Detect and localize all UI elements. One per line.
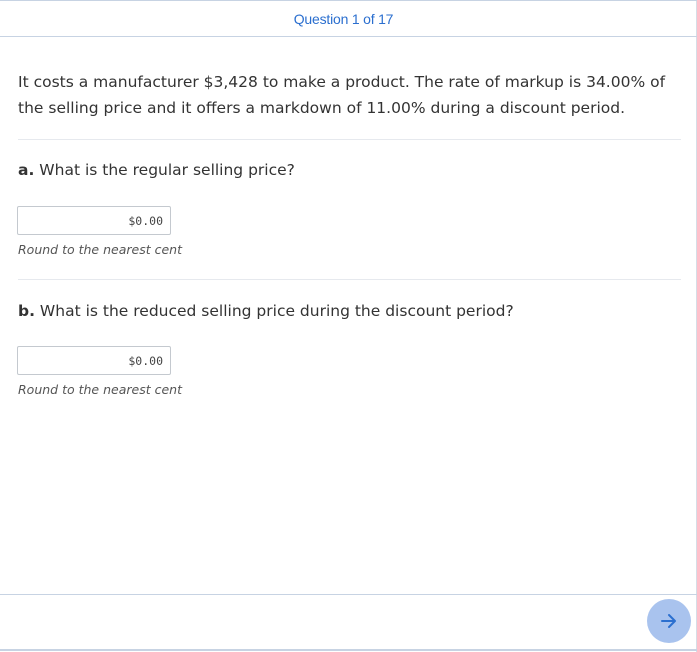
question-b-letter: b. (18, 302, 35, 320)
hint-b: Round to the nearest cent (18, 382, 182, 397)
problem-statement: It costs a manufacturer $3,428 to make a… (18, 73, 666, 117)
question-header: Question 1 of 17 (0, 0, 697, 37)
question-a-letter: a. (18, 161, 35, 179)
question-b: b. What is the reduced selling price dur… (18, 302, 514, 320)
question-frame: Question 1 of 17 It costs a manufacturer… (0, 0, 697, 652)
question-a-text: What is the regular selling price? (39, 161, 295, 179)
question-a: a. What is the regular selling price? (18, 161, 295, 179)
footer-divider (0, 594, 697, 595)
divider (18, 139, 681, 140)
arrow-right-icon (661, 614, 676, 628)
divider (18, 279, 681, 280)
answer-b-input[interactable] (17, 346, 171, 375)
next-button[interactable] (647, 599, 691, 643)
question-counter: Question 1 of 17 (293, 10, 394, 27)
bottom-border (0, 649, 697, 651)
answer-a-input[interactable] (17, 206, 171, 235)
hint-a: Round to the nearest cent (18, 242, 182, 257)
question-b-text: What is the reduced selling price during… (39, 302, 514, 320)
